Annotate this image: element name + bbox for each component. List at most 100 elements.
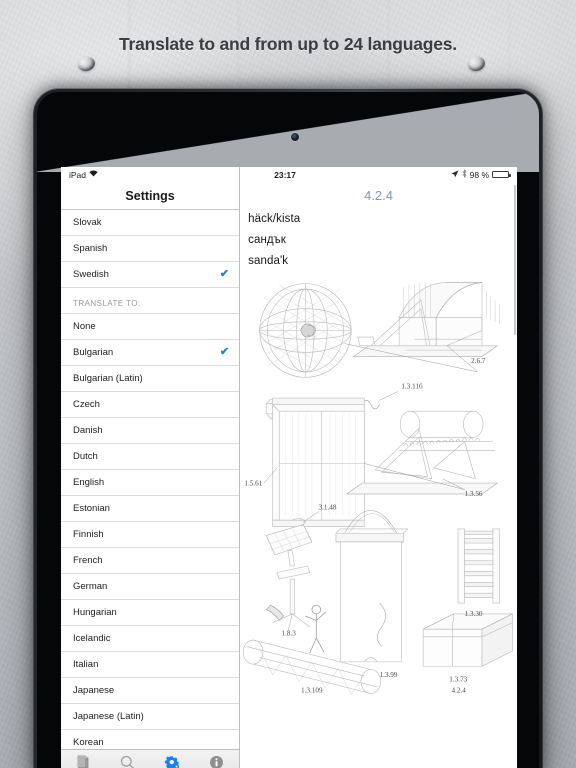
list-item-label: Korean: [73, 737, 104, 748]
settings-master-pane: iPad Settings Slovak Spanish Swedish ✔ T…: [61, 167, 241, 768]
list-item[interactable]: Slovak: [61, 210, 240, 236]
list-item[interactable]: Hungarian: [61, 600, 240, 626]
wifi-icon: [89, 170, 98, 179]
list-item-selected[interactable]: Bulgarian ✔: [61, 340, 240, 366]
list-item[interactable]: French: [61, 548, 240, 574]
list-item-label: Japanese (Latin): [73, 711, 144, 722]
plate-label: 1.8.3: [282, 630, 297, 638]
ipad-device: iPad Settings Slovak Spanish Swedish ✔ T…: [33, 88, 543, 768]
tab-settings[interactable]: Settings: [150, 750, 195, 768]
status-indicators: 98 %: [451, 169, 511, 180]
tab-search[interactable]: Search: [106, 750, 151, 768]
list-item[interactable]: Spanish: [61, 236, 240, 262]
dictionary-detail-pane: 23:17 98 % 4.2.4 häck/kista сандък sanda…: [240, 167, 517, 768]
drawing-hanging-drop: [335, 510, 409, 663]
list-item-label: None: [73, 321, 96, 332]
list-item-label: Danish: [73, 425, 103, 436]
vertical-scrollbar[interactable]: [514, 185, 516, 335]
left-status-bar: iPad: [61, 167, 240, 182]
plate-label: 1.5.61: [244, 479, 262, 487]
status-clock: 23:17: [274, 169, 296, 180]
language-list[interactable]: Slovak Spanish Swedish ✔ TRANSLATE TO: N…: [61, 210, 240, 749]
list-item-label: German: [73, 581, 108, 592]
drawing-music-stand: [265, 511, 319, 632]
drawing-wheel: [259, 283, 352, 378]
list-item-label: Dutch: [73, 451, 98, 462]
list-item[interactable]: Czech: [61, 392, 240, 418]
list-item[interactable]: Bulgarian (Latin): [61, 366, 240, 392]
page-title: Translate to and from up to 24 languages…: [119, 34, 457, 54]
list-item[interactable]: Dutch: [61, 444, 240, 470]
list-item[interactable]: German: [61, 574, 240, 600]
checkmark-icon: ✔: [219, 346, 230, 358]
term-source: häck/kista: [248, 213, 301, 225]
list-item[interactable]: English: [61, 470, 240, 496]
list-item-label: Bulgarian (Latin): [73, 373, 143, 384]
battery-icon: [492, 170, 511, 179]
app-screen: iPad Settings Slovak Spanish Swedish ✔ T…: [61, 167, 517, 768]
info-icon: [209, 754, 224, 768]
drawing-rolled-cloth-frame: [352, 282, 500, 357]
book-icon: [77, 754, 90, 768]
right-status-bar: 23:17 98 %: [240, 167, 517, 182]
list-item[interactable]: Danish: [61, 418, 240, 444]
list-item-label: Hungarian: [73, 607, 117, 618]
term-list: häck/kista сандък sanda'k: [240, 213, 517, 276]
plate-label: 1.3.109: [301, 686, 323, 694]
list-item-label: Slovak: [73, 217, 102, 228]
list-item-label: Icelandic: [73, 633, 111, 644]
gear-icon: [164, 754, 180, 768]
list-item[interactable]: Japanese: [61, 678, 240, 704]
drawing-ladder: [457, 528, 500, 604]
list-item-label: Finnish: [73, 529, 104, 540]
list-item[interactable]: Finnish: [61, 522, 240, 548]
plate-label: 3.1.48: [319, 503, 337, 511]
battery-percent-label: 98 %: [469, 169, 489, 180]
plate-label: 2.6.7: [471, 357, 486, 365]
scene: Translate to and from up to 24 languages…: [0, 0, 576, 768]
wall-bolt-left-icon: [76, 54, 97, 74]
technical-drawings: 2.6.7 1.3.116 1.5.61 1.3.56 3.1.48 1.8.3…: [243, 282, 513, 696]
location-arrow-icon: [451, 169, 459, 180]
list-item-label: Italian: [73, 659, 99, 670]
list-item-selected[interactable]: Swedish ✔: [61, 262, 240, 288]
plate-label: 4.2.4: [452, 686, 467, 694]
section-header-translate-to: TRANSLATE TO:: [61, 288, 240, 314]
drawing-crate: [422, 613, 513, 667]
bluetooth-icon: [462, 169, 467, 180]
entry-number: 4.2.4: [364, 188, 394, 203]
term-translation: сандък: [248, 234, 286, 246]
list-item-label: Japanese: [73, 685, 115, 696]
plate-label: 1.3.99: [380, 671, 398, 679]
list-item[interactable]: Italian: [61, 652, 240, 678]
list-item[interactable]: Estonian: [61, 496, 240, 522]
checkmark-icon: ✔: [219, 268, 230, 280]
tab-browse[interactable]: Browse: [61, 750, 106, 768]
tab-info[interactable]: Info: [195, 750, 240, 768]
list-item[interactable]: Korean: [61, 730, 240, 749]
plate-label: 1.3.56: [465, 490, 483, 498]
plate-label: 1.3.116: [401, 382, 423, 390]
list-item[interactable]: Japanese (Latin): [61, 704, 240, 730]
plate-label: 1.3.73: [449, 676, 467, 684]
list-item-label: Spanish: [73, 243, 108, 254]
front-camera-icon: [291, 133, 299, 141]
list-item-label: Bulgarian: [73, 347, 114, 358]
drawing-flat-frame: [263, 397, 365, 528]
drawing-roll-trestle: [346, 410, 499, 495]
search-icon: [120, 754, 135, 768]
list-item[interactable]: None: [61, 314, 240, 340]
wall-bolt-right-icon: [466, 54, 487, 74]
glass-reflection: [37, 92, 539, 172]
list-item-label: French: [73, 555, 103, 566]
status-device-label: iPad: [69, 169, 87, 180]
term-transliteration: sanda'k: [248, 255, 289, 267]
illustration-plate: 2.6.7 1.3.116 1.5.61 1.3.56 3.1.48 1.8.3…: [240, 276, 517, 768]
device-glass: iPad Settings Slovak Spanish Swedish ✔ T…: [37, 92, 539, 768]
list-item-label: English: [73, 477, 105, 488]
plate-label: 1.3.30: [465, 610, 483, 618]
list-item[interactable]: Icelandic: [61, 626, 240, 652]
list-item-label: Czech: [73, 399, 100, 410]
list-item-label: Swedish: [73, 269, 109, 280]
settings-pane-title: Settings: [61, 182, 240, 210]
